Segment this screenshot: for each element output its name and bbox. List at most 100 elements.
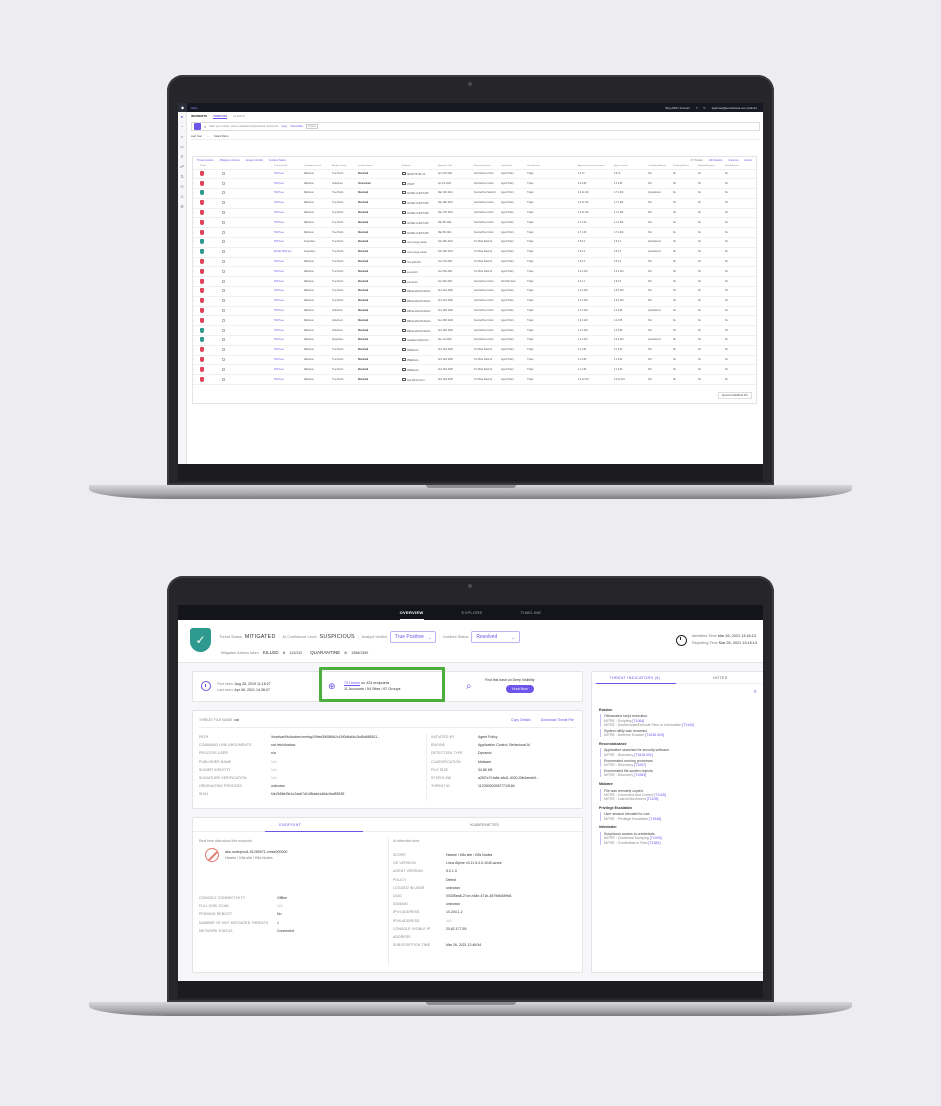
cell-verdict[interactable]: True Positi... [332, 266, 358, 278]
cell-inc[interactable]: Resolved [358, 198, 402, 209]
cell-verdict[interactable]: True Positi... [332, 247, 358, 258]
cell-endpoint[interactable]: NeoMatrix-Win10-Ho... [402, 335, 438, 346]
cell-inc[interactable]: Resolved [358, 364, 402, 376]
cell-endpoint[interactable]: SCHED-CLIENT-008 [402, 227, 438, 239]
incident-status-dropdown[interactable]: Resolved ⌄ [471, 631, 520, 643]
row-checkbox[interactable] [222, 335, 274, 346]
table-row[interactable]: › TEST.exe Malicious Undefined Resolved MiDha… [193, 325, 756, 337]
time-filter[interactable]: Last Year [191, 135, 202, 138]
cell-threat[interactable]: TEST.exe [274, 345, 304, 356]
table-row[interactable]: › TEST.exe Malicious Undefined Resolved MiDha… [193, 315, 756, 327]
select-filters[interactable]: Select filters... [214, 135, 230, 138]
cell-verdict[interactable]: True Positi... [332, 374, 358, 386]
row-checkbox[interactable] [222, 227, 274, 239]
filter-pill-icon[interactable] [194, 123, 201, 130]
cell-verdict[interactable]: True Positi... [332, 227, 358, 239]
row-expand-icon[interactable]: › [193, 217, 200, 229]
hunt-now-button[interactable]: Hunt Now [506, 685, 534, 693]
table-row[interactable]: › TEST.exe Malicious True Positi... Resolved… [193, 345, 756, 356]
tab-explore[interactable]: EXPLORE [462, 606, 483, 619]
columns-button[interactable]: Columns [728, 159, 738, 162]
table-row[interactable]: › TEST.exe Malicious True Positi... Resolved… [193, 355, 756, 366]
cell-inc[interactable]: Resolved [358, 286, 402, 297]
cell-verdict[interactable]: True Positi... [332, 286, 358, 297]
table-row[interactable]: › TEST.exe Malicious True Positi... Resolved… [193, 227, 756, 239]
cell-endpoint[interactable]: Test-github01 [402, 257, 438, 268]
cell-endpoint[interactable]: SCHED-CLIENT-008 [402, 198, 438, 209]
row-checkbox[interactable] [222, 286, 274, 297]
cell-verdict[interactable]: Undefined [332, 315, 358, 327]
cell-endpoint[interactable]: MiDhat-MACOS-BedS... [402, 315, 438, 327]
threat-actions-menu[interactable]: Threat Actions [197, 159, 214, 162]
breadcrumb[interactable]: Sites [191, 106, 198, 110]
mitigation-actions-menu[interactable]: Mitigation Actions [220, 159, 240, 162]
row-expand-icon[interactable]: › [193, 247, 200, 258]
cell-verdict[interactable]: True Positi... [332, 296, 358, 307]
cell-endpoint[interactable]: SCHED-CLIENT-006 [402, 188, 438, 199]
user-menu[interactable]: dgarimax@sentinelone.com (Admin) [712, 106, 757, 110]
apps-icon[interactable]: ⇅ [178, 172, 186, 182]
cell-threat[interactable]: TEST.exe [274, 306, 304, 317]
cell-threat[interactable]: TEST.exe [274, 257, 304, 268]
cell-verdict[interactable]: Undefined [332, 325, 358, 337]
incidents-icon[interactable]: ▭ [178, 142, 186, 152]
row-checkbox[interactable] [222, 188, 274, 199]
table-row[interactable]: › TEST.exe Malicious True Positi... Resolved… [193, 364, 756, 376]
mitre-technique-link[interactable]: [T1036.003] [645, 733, 664, 737]
row-expand-icon[interactable]: › [193, 325, 200, 337]
mitre-technique-link[interactable]: [T1140] [682, 723, 694, 727]
cell-verdict[interactable]: True Positi... [332, 208, 358, 219]
row-expand-icon[interactable]: › [193, 296, 200, 307]
row-checkbox[interactable] [222, 306, 274, 317]
create-link[interactable]: Create [305, 124, 318, 129]
cell-verdict[interactable]: True Positi... [332, 355, 358, 366]
settings-icon[interactable]: ⚙ [178, 202, 186, 212]
cell-threat[interactable]: TEST.exe [274, 335, 304, 346]
cell-threat[interactable]: TEST.exe [274, 266, 304, 278]
cell-endpoint[interactable]: cyber-range-master [402, 237, 438, 248]
cell-verdict[interactable]: True Positi... [332, 188, 358, 199]
cell-endpoint[interactable]: test-win10 [402, 276, 438, 288]
mitre-technique-link[interactable]: [T1081] [649, 841, 661, 845]
table-row[interactable]: › TEST.exe Malicious Undefined Resolved MiDha… [193, 306, 756, 317]
cell-threat[interactable]: TEST.exe [274, 296, 304, 307]
row-expand-icon[interactable]: › [193, 335, 200, 346]
cell-threat[interactable]: TEST.exe [274, 364, 304, 376]
cell-inc[interactable]: Resolved [358, 276, 402, 288]
row-checkbox[interactable] [222, 257, 274, 268]
users-icon[interactable]: ♙ [178, 192, 186, 202]
table-row[interactable]: › TEST.exe Malicious Suspicious Resolved NeoM… [193, 335, 756, 346]
row-checkbox[interactable] [222, 169, 274, 180]
cell-threat[interactable]: TEST.exe [274, 374, 304, 386]
rangers-icon[interactable]: ☷ [178, 182, 186, 192]
indicator-item[interactable]: System utility was renamed. MITRE : Defen… [600, 728, 759, 738]
copy-details-link[interactable]: Copy Details [511, 718, 531, 722]
cell-verdict[interactable]: True Positi... [332, 364, 358, 376]
row-checkbox[interactable] [222, 364, 274, 376]
row-checkbox[interactable] [222, 198, 274, 209]
cell-endpoint[interactable]: MiDhat-MACOS-BedS... [402, 296, 438, 307]
cell-inc[interactable]: Resolved [358, 355, 402, 366]
export-button[interactable]: Export [745, 159, 753, 162]
table-row[interactable]: › TEST.exe Malicious True Positi... Resolved… [193, 374, 756, 386]
cell-inc[interactable]: Resolved [358, 217, 402, 229]
indicator-item[interactable]: Enumerated file system objects. MITRE : D… [600, 768, 759, 778]
tab-notes[interactable]: NOTES [678, 672, 764, 683]
dashboard-icon[interactable]: ● [178, 112, 186, 122]
incident-status-menu[interactable]: Incident Status [269, 159, 286, 162]
indicator-item[interactable]: User session elevated to root. MITRE : Pr… [600, 812, 759, 821]
cell-threat[interactable]: TEST.exe [274, 198, 304, 209]
results-per-page[interactable]: 100 Results [709, 159, 723, 162]
mitre-technique-link[interactable]: [T1518.001] [634, 753, 653, 757]
cell-threat[interactable]: TEST.exe [274, 169, 304, 180]
show-hide-link[interactable]: Show/Hide [290, 125, 303, 128]
cell-threat[interactable]: EICAR TEST.exe [274, 247, 304, 258]
search-input[interactable]: Filter your entries, saved, attacker/end… [209, 125, 278, 128]
cell-threat[interactable]: TEST.exe [274, 355, 304, 366]
mitre-technique-link[interactable]: [T1083] [634, 773, 646, 777]
mitre-technique-link[interactable]: [T1105] [647, 797, 659, 801]
download-threat-file-link[interactable]: Download Threat File [541, 718, 574, 722]
cell-threat[interactable]: TEST.exe [274, 286, 304, 297]
cell-endpoint[interactable]: PMEDrudo... [402, 345, 438, 356]
copy-link[interactable]: Copy [281, 125, 287, 128]
